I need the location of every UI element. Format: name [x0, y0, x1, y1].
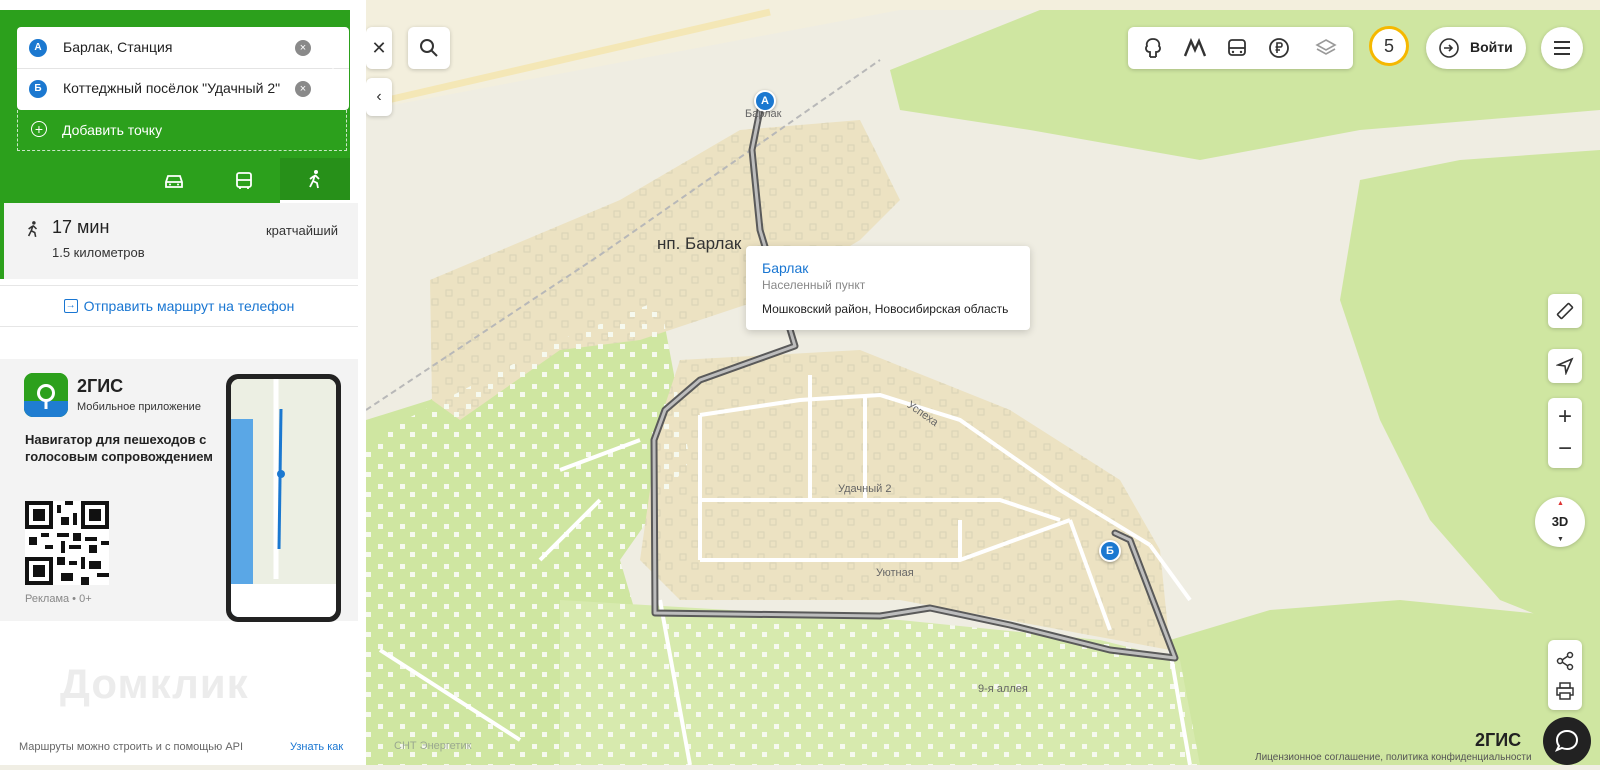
notification-count-badge[interactable]: 5 [1369, 26, 1409, 66]
marker-b[interactable]: Б [1099, 540, 1121, 562]
chat-bubble-icon [1554, 729, 1579, 752]
popup-address: Мошковский район, Новосибирская область [762, 302, 1009, 316]
zoom-in-button[interactable]: + [1558, 401, 1572, 433]
share-print-controls [1548, 640, 1582, 710]
menu-button[interactable] [1541, 27, 1583, 69]
share-icon[interactable] [1555, 651, 1575, 671]
car-icon [165, 174, 183, 188]
login-icon [1439, 38, 1459, 58]
tree-icon [1145, 38, 1161, 58]
search-button[interactable] [408, 27, 450, 69]
marker-a-caption: Барлак [745, 108, 782, 120]
walk-icon [27, 221, 38, 238]
walk-icon [309, 170, 320, 189]
point-a-badge: А [29, 39, 47, 57]
add-point-button[interactable]: + Добавить точку [17, 110, 347, 151]
ruble-button[interactable] [1259, 27, 1299, 69]
close-panel-button[interactable]: ✕ [366, 27, 392, 69]
add-point-label: Добавить точку [62, 122, 163, 138]
search-icon [420, 39, 438, 57]
phone-mockup [226, 374, 341, 622]
bus-icon [1228, 39, 1246, 56]
api-learn-more-link[interactable]: Узнать как [290, 741, 343, 753]
phone-screen [231, 379, 336, 617]
tab-bus[interactable] [210, 158, 278, 203]
point-a-input[interactable]: Барлак, Станция [63, 39, 172, 55]
metro-button[interactable] [1175, 27, 1215, 69]
transport-mode-tabs [140, 158, 350, 203]
hamburger-icon [1554, 41, 1570, 55]
popup-subtitle: Населенный пункт [762, 278, 866, 292]
promo-brand: 2ГИС [77, 376, 124, 396]
2gis-app-logo [24, 373, 68, 417]
promo-subtitle: Мобильное приложение [77, 401, 201, 413]
zoom-out-button[interactable]: − [1558, 433, 1572, 465]
print-icon[interactable] [1555, 681, 1575, 701]
chat-button[interactable] [1543, 717, 1591, 765]
login-label: Войти [1470, 39, 1513, 55]
send-route-label: Отправить маршрут на телефон [83, 298, 295, 314]
navigation-arrow-icon [1556, 357, 1574, 375]
3d-label: 3D [1551, 514, 1569, 529]
bus-icon [236, 171, 252, 189]
route-point-b-row[interactable]: Б Коттеджный посёлок "Удачный 2" × [17, 68, 349, 109]
tab-walk[interactable] [280, 158, 350, 203]
route-time: 17 мин [52, 217, 110, 237]
license-link[interactable]: Лицензионное соглашение, политика конфид… [1255, 752, 1532, 763]
tilt-down-icon[interactable]: ▼ [1557, 536, 1564, 543]
tab-car[interactable] [140, 158, 208, 203]
ruler-button[interactable] [1548, 294, 1582, 328]
route-distance: 1.5 километров [52, 245, 145, 260]
ad-label: Реклама • 0+ [25, 593, 92, 605]
route-point-a-row[interactable]: А Барлак, Станция × [17, 27, 349, 69]
tilt-up-icon[interactable]: ▲ [1557, 500, 1564, 507]
place-popup[interactable]: Барлак Населенный пункт Мошковский район… [746, 246, 1030, 330]
ruble-icon [1269, 38, 1289, 58]
point-b-input[interactable]: Коттеджный посёлок "Удачный 2" [63, 80, 280, 96]
map-brand-logo: 2ГИС [1475, 730, 1522, 750]
ruler-icon [1556, 302, 1574, 320]
chevron-left-icon: ‹ [376, 88, 382, 105]
area-label-snt: СНТ Энергетик [394, 740, 472, 752]
send-route-to-phone-link[interactable]: → Отправить маршрут на телефон [0, 285, 358, 327]
metro-icon [1183, 38, 1207, 57]
bus-button[interactable] [1217, 27, 1257, 69]
locate-me-button[interactable] [1548, 349, 1582, 383]
3d-toggle-button[interactable]: ▲ 3D ▼ [1535, 497, 1585, 547]
api-hint-text: Маршруты можно строить и с помощью API [19, 741, 244, 753]
login-button[interactable]: Войти [1426, 27, 1526, 69]
street-label-9aleya: 9-я аллея [978, 683, 1028, 695]
route-points-box: А Барлак, Станция × Б Коттеджный посёлок… [17, 27, 349, 110]
clear-point-b-icon[interactable]: × [295, 81, 311, 97]
popup-title[interactable]: Барлак [762, 260, 1014, 276]
send-icon: → [63, 299, 78, 313]
promo-headline: Навигатор для пешеходов с голосовым сопр… [25, 432, 213, 464]
map-toolbar [1128, 27, 1353, 69]
collapse-panel-button[interactable]: ‹ [366, 78, 392, 116]
close-icon: ✕ [371, 37, 387, 58]
app-promo-banner[interactable]: 2ГИС Мобильное приложение Навигатор для … [0, 359, 358, 622]
plus-circle-icon: + [31, 121, 47, 137]
layers-icon [1315, 39, 1337, 55]
qr-code [25, 501, 109, 585]
layers-button[interactable] [1306, 27, 1346, 69]
point-b-badge: Б [29, 80, 47, 98]
route-panel: А Барлак, Станция × Б Коттеджный посёлок… [0, 0, 366, 765]
swap-points-icon[interactable]: ↕ [324, 56, 342, 82]
street-label-uyutnaya: Уютная [876, 567, 914, 579]
tree-button[interactable] [1133, 27, 1173, 69]
route-kind: кратчайший [265, 223, 338, 238]
locality-label: нп. Барлак [657, 234, 742, 253]
street-label-udachny: Удачный 2 [838, 483, 892, 495]
clear-point-a-icon[interactable]: × [295, 40, 311, 56]
route-result[interactable]: 17 мин 1.5 километров кратчайший [0, 203, 358, 279]
domclick-watermark: Домклик [60, 660, 249, 707]
zoom-controls: + − [1548, 398, 1582, 468]
